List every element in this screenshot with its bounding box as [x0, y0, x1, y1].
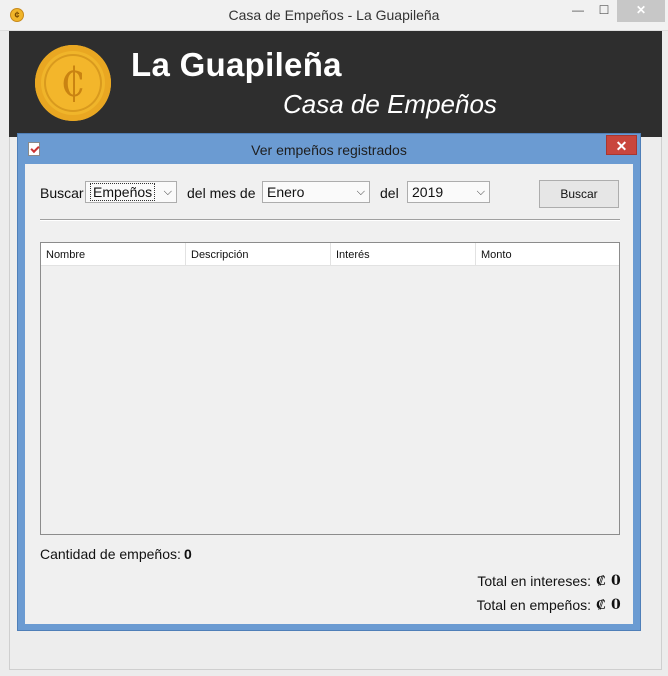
- pawn-count-label: Cantidad de empeños:: [40, 546, 181, 562]
- view-pawns-dialog: Ver empeños registrados ✕ Buscar Empeños…: [17, 133, 641, 631]
- search-type-value: Empeños: [90, 183, 156, 201]
- coin-logo: ₵: [35, 45, 111, 121]
- month-label: del mes de: [187, 185, 256, 201]
- window-close-button[interactable]: ✕: [617, 0, 665, 22]
- minimize-button[interactable]: —: [564, 0, 592, 22]
- dialog-close-button[interactable]: ✕: [606, 135, 637, 155]
- search-type-label: Buscar: [40, 185, 84, 201]
- column-header-monto[interactable]: Monto: [476, 243, 619, 265]
- month-value: Enero: [267, 184, 305, 200]
- window-titlebar: ¢ Casa de Empeños - La Guapileña — ☐ ✕: [0, 0, 668, 31]
- interest-total-label: Total en intereses:: [477, 573, 591, 589]
- year-value: 2019: [412, 184, 444, 200]
- dialog-titlebar: Ver empeños registrados ✕: [18, 134, 640, 164]
- separator: [40, 219, 620, 221]
- dialog-body: Buscar Empeños ⌵ del mes de Enero ⌵ del …: [25, 164, 633, 624]
- chevron-down-icon: ⌵: [356, 186, 365, 198]
- pawns-total-label: Total en empeños:: [476, 597, 591, 613]
- header-banner: ₵ La Guapileña Casa de Empeños: [9, 31, 662, 137]
- chevron-down-icon: ⌵: [476, 186, 485, 198]
- column-header-interes[interactable]: Interés: [331, 243, 476, 265]
- column-header-nombre[interactable]: Nombre: [41, 243, 186, 265]
- colon-symbol-icon: ₵: [44, 54, 102, 112]
- month-select[interactable]: Enero ⌵: [262, 181, 370, 203]
- chevron-down-icon: ⌵: [163, 186, 172, 198]
- search-type-select[interactable]: Empeños ⌵: [85, 181, 177, 203]
- search-button[interactable]: Buscar: [539, 180, 619, 208]
- interest-total-value: ₡ 0: [596, 573, 621, 589]
- pawns-total-value: ₡ 0: [596, 597, 621, 613]
- column-header-descripcion[interactable]: Descripción: [186, 243, 331, 265]
- pawns-table[interactable]: Nombre Descripción Interés Monto: [40, 242, 620, 535]
- year-label: del: [380, 185, 399, 201]
- dialog-title: Ver empeños registrados: [251, 142, 407, 158]
- year-select[interactable]: 2019 ⌵: [407, 181, 490, 203]
- pawn-count-value: 0: [184, 546, 192, 562]
- maximize-button[interactable]: ☐: [590, 0, 618, 22]
- table-header: Nombre Descripción Interés Monto: [41, 243, 619, 266]
- brand-subtitle: Casa de Empeños: [283, 89, 497, 119]
- brand-name: La Guapileña: [131, 46, 342, 83]
